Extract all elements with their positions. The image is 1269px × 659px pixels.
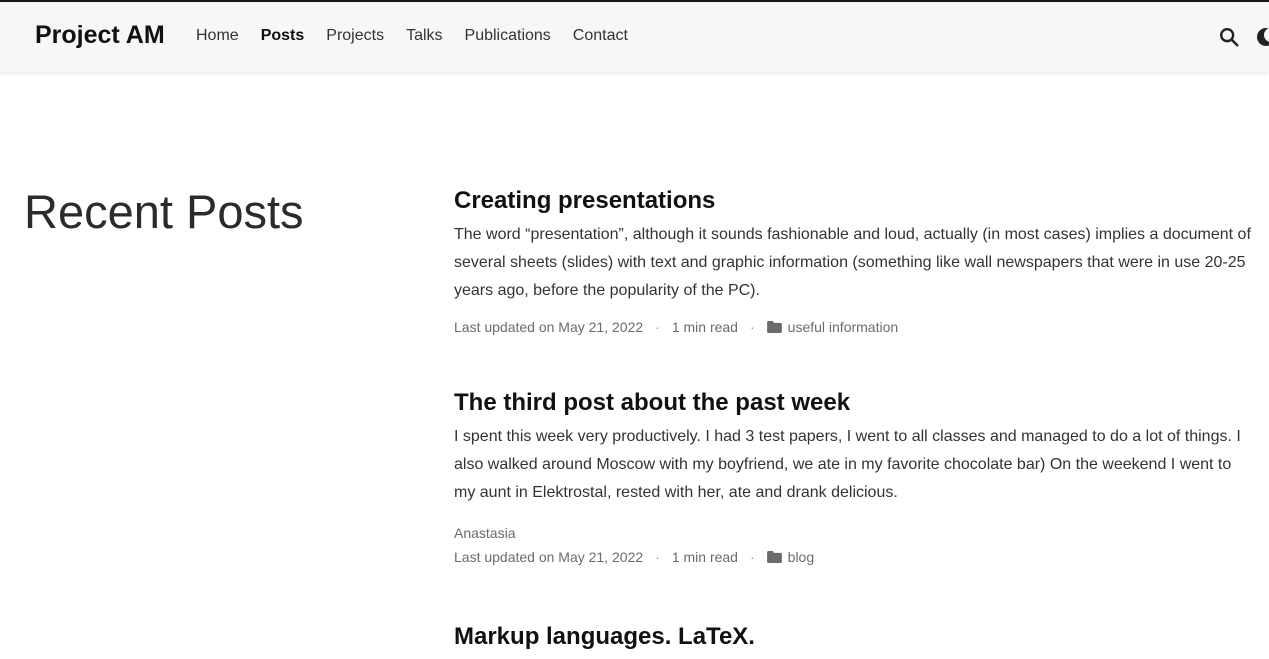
search-icon[interactable] <box>1218 26 1240 48</box>
nav-links: Home Posts Projects Talks Publications C… <box>185 27 639 45</box>
nav-link-publications[interactable]: Publications <box>454 27 562 45</box>
brand-link[interactable]: Project AM <box>35 21 165 50</box>
post-read-time: 1 min read <box>671 319 738 335</box>
moon-icon[interactable] <box>1255 26 1269 48</box>
post-title-link[interactable]: The third post about the past week <box>454 388 1254 418</box>
post-list: Creating presentations The word “present… <box>454 186 1254 652</box>
post-updated: Last updated on May 21, 2022 <box>454 319 644 335</box>
folder-icon <box>766 321 782 333</box>
nav-link-posts[interactable]: Posts <box>250 27 316 45</box>
meta-separator: · <box>749 319 755 335</box>
post-category-link[interactable]: useful information <box>788 317 899 337</box>
post-item: Markup languages. LaTeX. <box>454 622 1254 652</box>
post-meta: Last updated on May 21, 2022 · 1 min rea… <box>454 317 1254 337</box>
meta-separator: · <box>749 549 755 565</box>
nav-link-talks[interactable]: Talks <box>395 27 453 45</box>
post-item: The third post about the past week I spe… <box>454 388 1254 567</box>
nav-icons <box>1218 26 1269 48</box>
meta-separator: · <box>655 319 660 335</box>
post-summary[interactable]: The word “presentation”, although it sou… <box>454 221 1254 305</box>
post-updated: Last updated on May 21, 2022 <box>454 549 644 565</box>
navbar: Project AM Home Posts Projects Talks Pub… <box>0 2 1269 72</box>
post-author[interactable]: Anastasia <box>454 523 1254 543</box>
post-read-time: 1 min read <box>671 549 738 565</box>
nav-link-projects[interactable]: Projects <box>315 27 395 45</box>
post-category-link[interactable]: blog <box>788 547 814 567</box>
post-item: Creating presentations The word “present… <box>454 186 1254 337</box>
nav-link-home[interactable]: Home <box>185 27 250 45</box>
page-title: Recent Posts <box>24 185 304 238</box>
post-title-link[interactable]: Markup languages. LaTeX. <box>454 622 1254 652</box>
post-meta: Last updated on May 21, 2022 · 1 min rea… <box>454 547 1254 567</box>
folder-icon <box>766 551 782 563</box>
meta-separator: · <box>655 549 660 565</box>
nav-link-contact[interactable]: Contact <box>562 27 639 45</box>
post-title-link[interactable]: Creating presentations <box>454 186 1254 216</box>
post-summary[interactable]: I spent this week very productively. I h… <box>454 423 1254 507</box>
